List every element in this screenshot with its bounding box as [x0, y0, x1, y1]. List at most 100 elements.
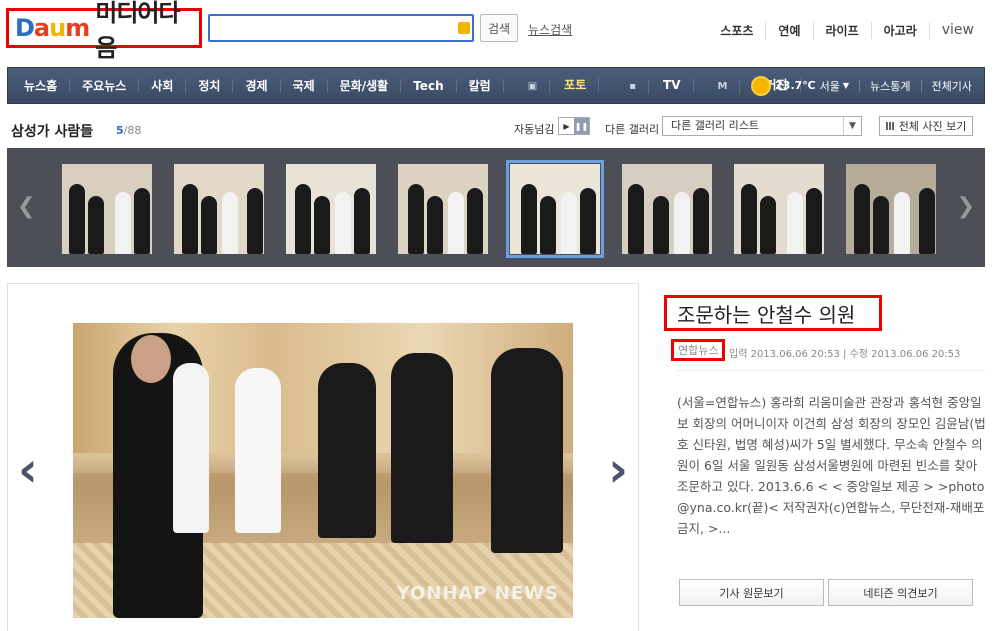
- thumbnail-figure: [919, 188, 935, 254]
- nav-news-stats[interactable]: 뉴스통계: [870, 78, 910, 94]
- thumbnail-figure: [247, 188, 263, 254]
- view-original-button[interactable]: 기사 원문보기: [679, 579, 824, 606]
- thumbnail-8[interactable]: [846, 164, 936, 254]
- nav-all-articles[interactable]: 전체기사: [932, 78, 972, 94]
- nav-column[interactable]: 칼럼: [457, 78, 504, 93]
- thumbnail-figure: [760, 196, 776, 254]
- person-figure: [318, 363, 376, 538]
- thumbnail-figure: [894, 192, 910, 254]
- nav-tech[interactable]: Tech: [401, 78, 457, 93]
- top-nav-life[interactable]: 라이프: [814, 22, 872, 39]
- site-logo[interactable]: Daum 미디어다음: [6, 0, 202, 62]
- nav-tv[interactable]: ▪ TV: [611, 77, 699, 94]
- search-box: [208, 14, 474, 42]
- thumbnail-7[interactable]: [734, 164, 824, 254]
- person-figure: [235, 368, 281, 533]
- magazine-icon: M: [706, 79, 741, 94]
- photo-icon: ▣: [516, 79, 551, 94]
- thumbnail-figure: [115, 192, 131, 254]
- thumbnail-figure: [674, 192, 690, 254]
- weather-temp: 23.7℃: [775, 79, 816, 92]
- top-nav-view[interactable]: view: [930, 22, 974, 39]
- article-timestamps: 입력 2013.06.06 20:53 | 수정 2013.06.06 20:5…: [729, 349, 961, 360]
- thumbnail-figure: [540, 196, 556, 254]
- thumbnail-1[interactable]: [62, 164, 152, 254]
- thumbnail-figure: [295, 184, 311, 254]
- thumbnail-strip: ❮ ❯: [7, 148, 985, 267]
- tv-icon: ▪: [617, 79, 650, 94]
- person-figure: [391, 353, 453, 543]
- thumbnail-figure: [182, 184, 198, 254]
- article-body: (서울=연합뉴스) 홍라희 리움미술관 관장과 홍석현 중앙일보 회장의 어머니…: [677, 395, 986, 536]
- gallery-title: 삼성가 사람들: [11, 124, 94, 140]
- chevron-down-icon[interactable]: ▼: [843, 117, 861, 135]
- main-nav-bar: 뉴스홈 주요뉴스 사회 정치 경제 국제 문화/생활 Tech 칼럼 ▣ 포토 ▪…: [7, 67, 985, 104]
- nav-top-news[interactable]: 주요뉴스: [70, 78, 140, 93]
- thumbnail-2[interactable]: [174, 164, 264, 254]
- thumbnail-figure: [854, 184, 870, 254]
- thumbnail-figure: [561, 192, 577, 254]
- thumbnail-figure: [427, 196, 443, 254]
- thumbnail-figure: [873, 196, 889, 254]
- top-nav-entertainment[interactable]: 연예: [766, 22, 814, 39]
- person-face: [131, 335, 171, 383]
- gallery-select[interactable]: 다른 갤러리 리스트 ▼: [662, 116, 862, 136]
- nav-society[interactable]: 사회: [139, 78, 187, 93]
- thumbnail-figure: [693, 188, 709, 254]
- previous-photo-button[interactable]: ‹: [18, 442, 38, 498]
- nav-news-home[interactable]: 뉴스홈: [12, 78, 71, 93]
- chevron-left-icon[interactable]: ❮: [17, 194, 35, 219]
- person-figure: [491, 348, 563, 553]
- thumbnail-figure: [88, 196, 104, 254]
- search-input[interactable]: [210, 16, 450, 40]
- nav-right: 23.7℃ 서울 ▼ 뉴스통계 전체기사: [753, 68, 972, 103]
- article-title: 조문하는 안철수 의원: [664, 295, 882, 331]
- nav-politics[interactable]: 정치: [186, 78, 234, 93]
- grid-icon: [885, 122, 895, 130]
- divider: [859, 79, 861, 92]
- search-dropdown-icon[interactable]: [458, 22, 470, 34]
- thumbnail-6[interactable]: [622, 164, 712, 254]
- top-nav-agora[interactable]: 아고라: [872, 22, 930, 39]
- next-photo-button[interactable]: ›: [608, 442, 628, 498]
- thumbnail-4[interactable]: [398, 164, 488, 254]
- thumbnail-figure: [628, 184, 644, 254]
- thumbnail-figure: [580, 188, 596, 254]
- thumbnail-figure: [521, 184, 537, 254]
- thumbnail-5[interactable]: [506, 160, 604, 258]
- pause-icon[interactable]: ❚❚: [574, 118, 589, 134]
- thumbnail-figure: [787, 192, 803, 254]
- top-nav-sports[interactable]: 스포츠: [708, 22, 767, 39]
- autoplay-label: 자동넘김: [514, 123, 555, 136]
- weather-city[interactable]: 서울: [820, 78, 840, 94]
- chevron-down-icon[interactable]: ▼: [843, 81, 849, 90]
- thumbnail-list: [62, 160, 958, 258]
- thumbnail-figure: [314, 196, 330, 254]
- thumbnail-figure: [806, 188, 822, 254]
- thumbnail-figure: [69, 184, 85, 254]
- logo-text: 미디어다음: [95, 0, 180, 62]
- nav-photo[interactable]: ▣ 포토: [504, 77, 612, 94]
- all-photos-button[interactable]: 전체 사진 보기: [879, 116, 973, 136]
- top-nav: 스포츠 연예 라이프 아고라 view: [708, 22, 974, 39]
- view-comments-button[interactable]: 네티즌 의견보기: [828, 579, 973, 606]
- thumbnail-figure: [335, 192, 351, 254]
- watermark: YONHAP NEWS: [396, 583, 559, 604]
- thumbnail-figure: [201, 196, 217, 254]
- chevron-right-icon[interactable]: ❯: [957, 194, 975, 219]
- thumbnail-figure: [467, 188, 483, 254]
- thumbnail-3[interactable]: [286, 164, 376, 254]
- nav-world[interactable]: 국제: [281, 78, 328, 93]
- thumbnail-figure: [408, 184, 424, 254]
- search-button[interactable]: 검색: [480, 14, 518, 42]
- news-search-link[interactable]: 뉴스검색: [528, 21, 572, 38]
- main-photo: YONHAP NEWS: [73, 323, 573, 618]
- person-figure: [173, 363, 209, 533]
- nav-economy[interactable]: 경제: [233, 78, 281, 93]
- nav-culture[interactable]: 문화/생활: [328, 78, 402, 93]
- header: Daum 미디어다음 검색 뉴스검색 스포츠 연예 라이프 아고라 view: [0, 0, 1002, 66]
- thumbnail-figure: [222, 192, 238, 254]
- play-icon[interactable]: ▶: [559, 118, 574, 134]
- article-source[interactable]: 연합뉴스: [671, 339, 726, 361]
- thumbnail-figure: [134, 188, 150, 254]
